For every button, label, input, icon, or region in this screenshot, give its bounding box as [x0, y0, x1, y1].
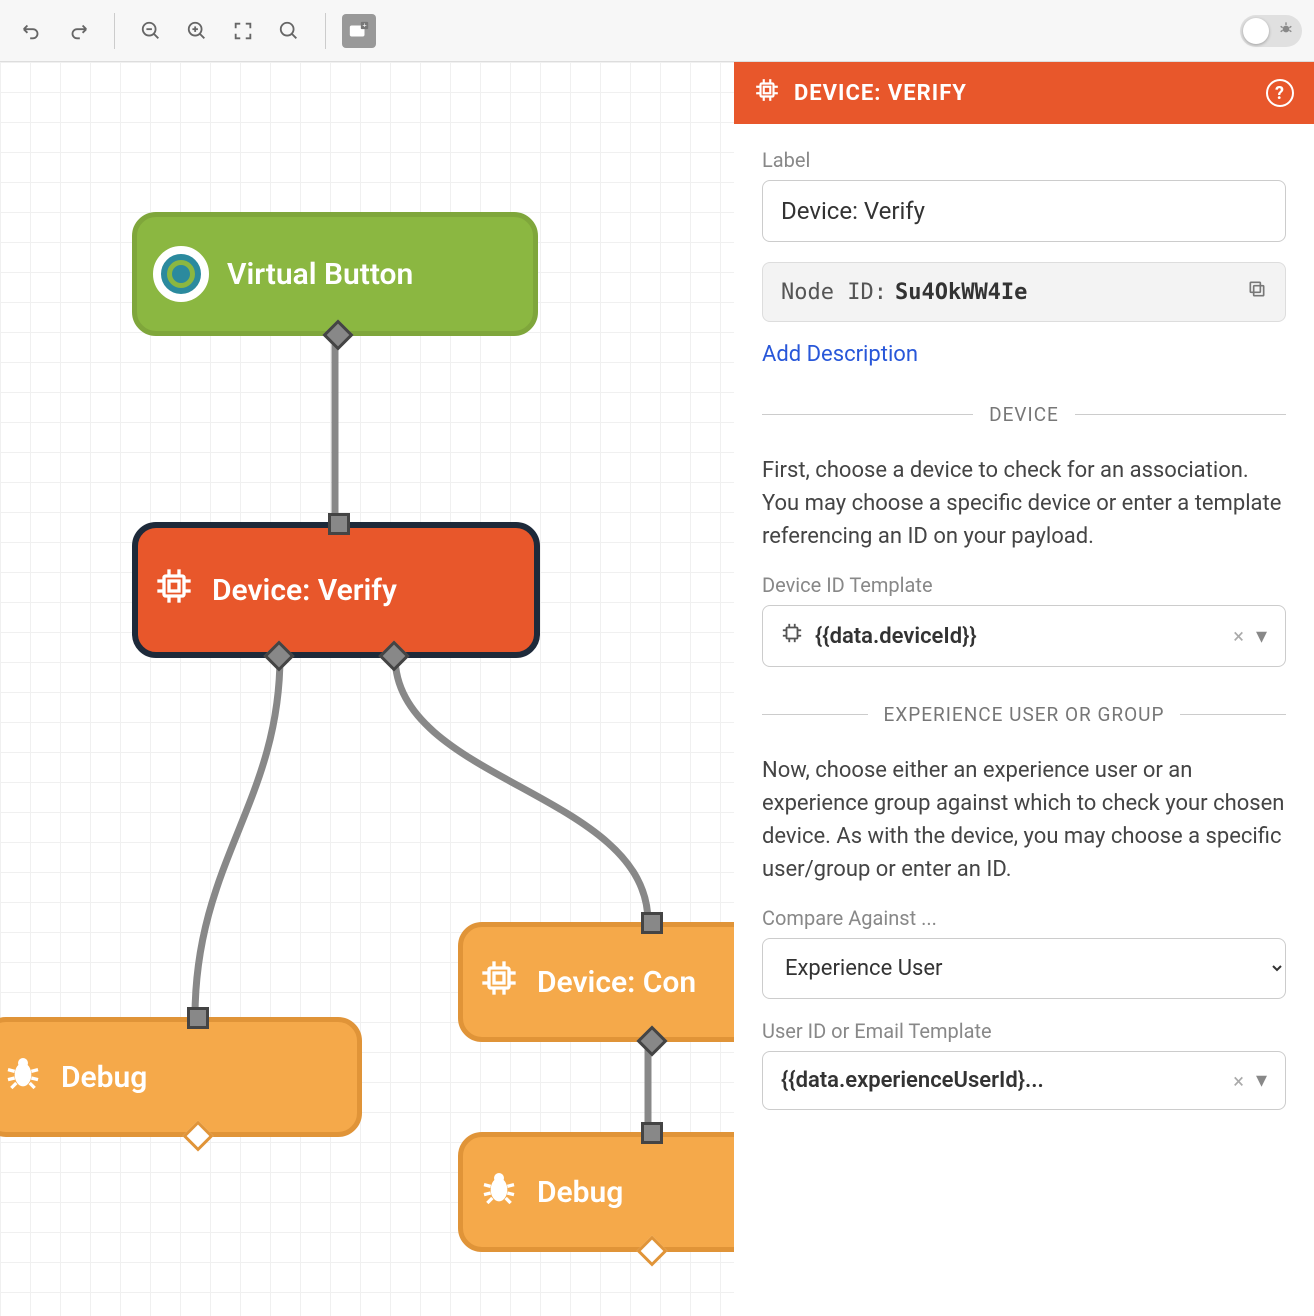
- output-port[interactable]: [636, 1025, 667, 1056]
- undo-icon: [21, 20, 43, 42]
- node-id-value: Su4OkWW4Ie: [895, 280, 1027, 305]
- search-icon: [278, 20, 300, 42]
- node-label: Debug: [537, 1175, 623, 1210]
- node-device-verify[interactable]: Device: Verify: [132, 522, 540, 658]
- compare-against-label: Compare Against ...: [762, 906, 1286, 930]
- workflow-canvas[interactable]: Virtual Button Device: Verify Debug: [0, 62, 734, 1316]
- zoom-out-button[interactable]: [131, 11, 171, 51]
- node-debug[interactable]: Debug: [0, 1017, 362, 1137]
- input-port[interactable]: [641, 912, 663, 934]
- output-port-true[interactable]: [378, 640, 409, 671]
- zoom-in-icon: [186, 20, 208, 42]
- panel-header: DEVICE: VERIFY ?: [734, 62, 1314, 124]
- section-divider-experience: EXPERIENCE USER OR GROUP: [762, 703, 1286, 726]
- undo-button[interactable]: [12, 11, 52, 51]
- node-virtual-button[interactable]: Virtual Button: [132, 212, 538, 336]
- expand-icon: [232, 20, 254, 42]
- zoom-out-icon: [140, 20, 162, 42]
- node-debug[interactable]: Debug: [458, 1132, 734, 1252]
- virtual-button-icon: [153, 246, 209, 302]
- help-button[interactable]: ?: [1266, 79, 1294, 107]
- bug-icon: [1278, 21, 1294, 41]
- section-title: DEVICE: [989, 403, 1059, 426]
- device-id-label: Device ID Template: [762, 573, 1286, 597]
- bug-icon: [479, 1168, 519, 1216]
- user-id-value: {{data.experienceUserId}...: [781, 1068, 1044, 1093]
- chip-icon: [479, 958, 519, 1006]
- section-title: EXPERIENCE USER OR GROUP: [884, 703, 1165, 726]
- chip-icon: [754, 77, 780, 109]
- label-field-label: Label: [762, 148, 1286, 172]
- node-id-label: Node ID:: [781, 280, 887, 305]
- plus-icon: +: [348, 20, 370, 42]
- compare-against-select[interactable]: Experience User: [762, 938, 1286, 999]
- clear-button[interactable]: ×: [1233, 624, 1244, 648]
- chip-icon: [154, 566, 194, 614]
- chip-icon: [781, 622, 803, 650]
- node-label: Virtual Button: [227, 257, 413, 292]
- experience-help-text: Now, choose either an experience user or…: [762, 754, 1286, 886]
- node-id-box: Node ID: Su4OkWW4Ie: [762, 262, 1286, 322]
- properties-panel: DEVICE: VERIFY ? Label Node ID: Su4OkWW4…: [734, 62, 1314, 1316]
- toolbar-separator: [325, 13, 326, 49]
- input-port[interactable]: [187, 1007, 209, 1029]
- toolbar-separator: [114, 13, 115, 49]
- fullscreen-button[interactable]: [223, 11, 263, 51]
- device-id-value: {{data.deviceId}}: [815, 624, 977, 649]
- device-help-text: First, choose a device to check for an a…: [762, 454, 1286, 553]
- user-id-select[interactable]: {{data.experienceUserId}... × ▾: [762, 1051, 1286, 1110]
- input-port[interactable]: [641, 1122, 663, 1144]
- node-label: Device: Verify: [212, 573, 397, 608]
- zoom-reset-button[interactable]: [269, 11, 309, 51]
- node-device-con[interactable]: Device: Con: [458, 922, 734, 1042]
- toggle-knob: [1243, 18, 1269, 44]
- clear-button[interactable]: ×: [1233, 1069, 1244, 1093]
- node-label: Debug: [61, 1060, 147, 1095]
- output-port[interactable]: [322, 319, 353, 350]
- input-port[interactable]: [328, 513, 350, 535]
- device-id-select[interactable]: {{data.deviceId}} × ▾: [762, 605, 1286, 667]
- user-id-label: User ID or Email Template: [762, 1019, 1286, 1043]
- panel-title: DEVICE: VERIFY: [794, 81, 967, 106]
- add-node-button[interactable]: +: [342, 14, 376, 48]
- redo-icon: [67, 20, 89, 42]
- copy-button[interactable]: [1247, 279, 1267, 305]
- label-input[interactable]: [762, 180, 1286, 242]
- output-port-false[interactable]: [263, 640, 294, 671]
- output-port[interactable]: [636, 1235, 667, 1266]
- svg-text:+: +: [362, 20, 366, 29]
- section-divider-device: DEVICE: [762, 403, 1286, 426]
- add-description-link[interactable]: Add Description: [762, 342, 918, 367]
- redo-button[interactable]: [58, 11, 98, 51]
- debug-toggle[interactable]: [1240, 15, 1302, 47]
- caret-down-icon: ▾: [1256, 1068, 1267, 1093]
- copy-icon: [1247, 279, 1267, 299]
- caret-down-icon: ▾: [1256, 624, 1267, 649]
- bug-icon: [3, 1053, 43, 1101]
- zoom-in-button[interactable]: [177, 11, 217, 51]
- node-label: Device: Con: [537, 965, 696, 1000]
- toolbar: +: [0, 0, 1314, 62]
- output-port[interactable]: [182, 1120, 213, 1151]
